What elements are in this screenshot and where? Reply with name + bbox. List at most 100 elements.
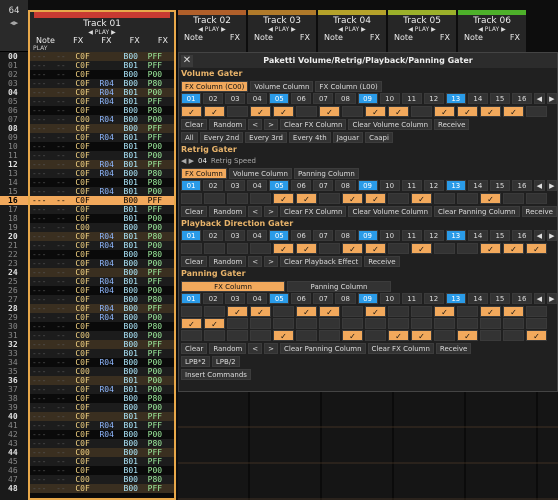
- instrument-cell[interactable]: --: [56, 142, 75, 151]
- panning-step-07[interactable]: 07: [313, 293, 334, 304]
- fx3-cell[interactable]: B01: [124, 133, 148, 142]
- instrument-cell[interactable]: --: [56, 250, 75, 259]
- retrig-receive[interactable]: Receive: [521, 205, 557, 217]
- pattern-row[interactable]: --- -- C0F B00 PFF: [30, 484, 174, 493]
- panning-right-checkbox-5[interactable]: ✓: [273, 330, 294, 341]
- volume-clear-fx-column[interactable]: Clear FX Column: [280, 118, 347, 130]
- instrument-cell[interactable]: --: [56, 466, 75, 475]
- pattern-row[interactable]: --- -- C0F B01 PFF: [30, 61, 174, 70]
- fx4-cell[interactable]: P80: [148, 178, 167, 187]
- fx1-cell[interactable]: C00: [75, 448, 99, 457]
- playback-step-13[interactable]: 13: [445, 230, 466, 241]
- instrument-cell[interactable]: --: [56, 322, 75, 331]
- panning-clear-panning-column[interactable]: Clear Panning Column: [280, 342, 366, 354]
- fx3-cell[interactable]: B01: [124, 421, 148, 430]
- fx3-cell[interactable]: B00: [124, 124, 148, 133]
- note-cell[interactable]: ---: [32, 205, 56, 214]
- playback-checkbox-8[interactable]: ✓: [342, 243, 363, 254]
- instrument-cell[interactable]: --: [56, 448, 75, 457]
- panning-center-checkbox-1[interactable]: ✓: [181, 318, 202, 329]
- note-cell[interactable]: ---: [32, 223, 56, 232]
- fx2-cell[interactable]: R04: [99, 304, 123, 313]
- fx1-cell[interactable]: C0F: [75, 151, 99, 160]
- playback-random[interactable]: Random: [209, 255, 247, 267]
- pattern-row[interactable]: --- -- C00 R04 B00 P00: [30, 115, 174, 124]
- pattern-row[interactable]: --- -- C0F B01 PFF: [30, 457, 174, 466]
- fx3-cell[interactable]: B00: [124, 475, 148, 484]
- panning-right-checkbox-7[interactable]: [319, 330, 340, 341]
- pattern-row[interactable]: --- -- C0F B00 P80: [30, 106, 174, 115]
- pattern-row[interactable]: --- -- C0F R04 B00 P00: [30, 259, 174, 268]
- pattern-row[interactable]: --- -- C0F B00 PFF: [30, 268, 174, 277]
- volume-step-09[interactable]: 09: [357, 93, 378, 104]
- fx3-cell[interactable]: B00: [124, 484, 148, 493]
- note-cell[interactable]: ---: [32, 475, 56, 484]
- retrig-step-15[interactable]: 15: [489, 180, 510, 191]
- track-play-label[interactable]: ◀ PLAY ▶: [318, 26, 386, 33]
- fx1-cell[interactable]: C0F: [75, 304, 99, 313]
- note-cell[interactable]: ---: [32, 79, 56, 88]
- fx4-cell[interactable]: PFF: [148, 205, 167, 214]
- note-cell[interactable]: ---: [32, 457, 56, 466]
- retrig-checkbox-1[interactable]: [181, 193, 202, 204]
- panning-right-checkbox-11[interactable]: ✓: [411, 330, 432, 341]
- instrument-cell[interactable]: --: [56, 457, 75, 466]
- fx3-cell[interactable]: B00: [124, 313, 148, 322]
- fx1-cell[interactable]: C0F: [75, 79, 99, 88]
- fx2-cell[interactable]: [99, 268, 123, 277]
- fx4-cell[interactable]: P00: [148, 430, 167, 439]
- fx4-cell[interactable]: P00: [148, 151, 167, 160]
- playback-clear[interactable]: Clear: [181, 255, 208, 267]
- volume-preset-every-3rd[interactable]: Every 3rd: [245, 131, 287, 143]
- note-cell[interactable]: ---: [32, 349, 56, 358]
- volume-checkbox-12[interactable]: ✓: [434, 106, 455, 117]
- fx3-cell[interactable]: B00: [124, 367, 148, 376]
- volume-step-03[interactable]: 03: [225, 93, 246, 104]
- panning-center-checkbox-6[interactable]: [296, 318, 317, 329]
- instrument-cell[interactable]: --: [56, 430, 75, 439]
- note-cell[interactable]: ---: [32, 277, 56, 286]
- panning-left-checkbox-11[interactable]: [411, 306, 432, 317]
- panning-center-checkbox-16[interactable]: [526, 318, 547, 329]
- retrig-step-05[interactable]: 05: [269, 180, 290, 191]
- fx3-cell[interactable]: B01: [124, 349, 148, 358]
- retrig-checkbox-15[interactable]: [503, 193, 524, 204]
- volume-receive[interactable]: Receive: [434, 118, 470, 130]
- fx1-cell[interactable]: C0F: [75, 322, 99, 331]
- playback-step-06[interactable]: 06: [291, 230, 312, 241]
- playback-step-01[interactable]: 01: [181, 230, 202, 241]
- fx3-cell[interactable]: B01: [124, 187, 148, 196]
- fx1-cell[interactable]: C0F: [75, 313, 99, 322]
- panning-step-15[interactable]: 15: [489, 293, 510, 304]
- fx2-cell[interactable]: R04: [99, 88, 123, 97]
- fx1-cell[interactable]: C0F: [75, 133, 99, 142]
- fx1-cell[interactable]: C0F: [75, 394, 99, 403]
- retrig-clear-volume-column[interactable]: Clear Volume Column: [348, 205, 433, 217]
- retrig-[interactable]: <: [248, 205, 263, 217]
- volume-step-12[interactable]: 12: [423, 93, 444, 104]
- volume-checkbox-8[interactable]: [342, 106, 363, 117]
- fx1-cell[interactable]: C0F: [75, 376, 99, 385]
- playback-receive[interactable]: Receive: [364, 255, 400, 267]
- fx3-cell[interactable]: B01: [124, 142, 148, 151]
- note-cell[interactable]: ---: [32, 124, 56, 133]
- panning-center-checkbox-14[interactable]: [480, 318, 501, 329]
- fx1-cell[interactable]: C0F: [75, 385, 99, 394]
- track-header-5[interactable]: Track 05 ◀ PLAY ▶ Note FX: [388, 10, 456, 52]
- lpb-lpb-2[interactable]: LPB/2: [211, 355, 240, 367]
- fx2-cell[interactable]: [99, 331, 123, 340]
- pattern-row[interactable]: --- -- C0F R04 B00 PFF: [30, 304, 174, 313]
- fx3-cell[interactable]: B01: [124, 205, 148, 214]
- panning-left-checkbox-8[interactable]: [342, 306, 363, 317]
- fx3-cell[interactable]: B00: [124, 196, 148, 205]
- retrig-speed-value[interactable]: 04: [198, 157, 207, 165]
- volume-preset-jaguar[interactable]: Jaguar: [332, 131, 364, 143]
- instrument-cell[interactable]: --: [56, 295, 75, 304]
- fx3-cell[interactable]: B01: [124, 466, 148, 475]
- fx2-cell[interactable]: R04: [99, 133, 123, 142]
- panning-step-04[interactable]: 04: [247, 293, 268, 304]
- fx3-cell[interactable]: B00: [124, 394, 148, 403]
- panning-left-checkbox-6[interactable]: ✓: [296, 306, 317, 317]
- fx4-cell[interactable]: PFF: [148, 277, 167, 286]
- volume-step-16[interactable]: 16: [511, 93, 532, 104]
